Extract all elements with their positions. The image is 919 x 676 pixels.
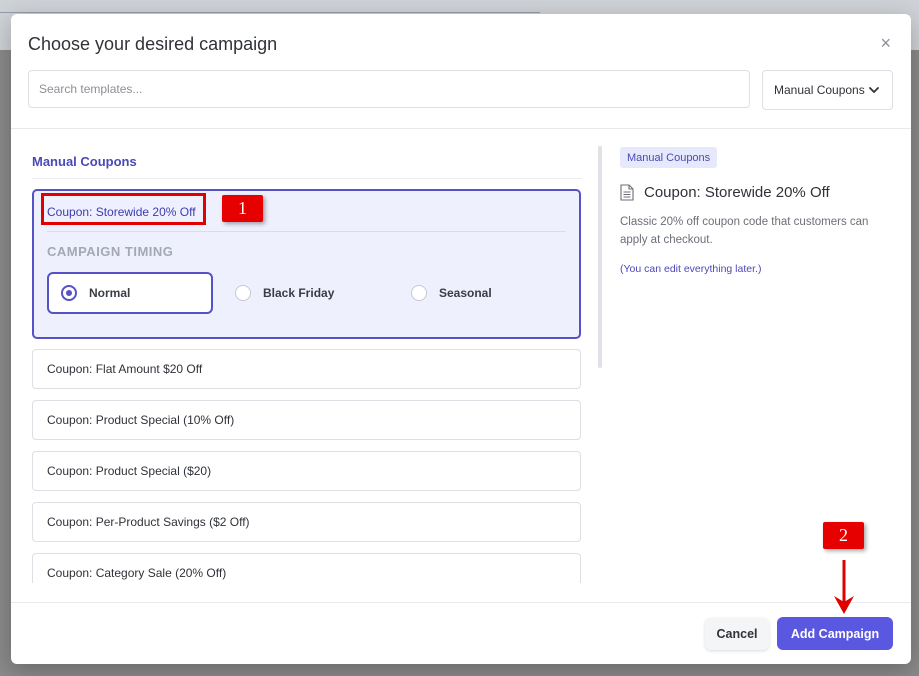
cancel-button[interactable]: Cancel (705, 618, 769, 650)
annotation-step-2: 2 (823, 522, 864, 549)
card-divider (47, 231, 566, 232)
campaign-card[interactable]: Coupon: Flat Amount $20 Off (32, 349, 581, 389)
preview-title: Coupon: Storewide 20% Off (644, 184, 830, 201)
preview-header: Coupon: Storewide 20% Off (620, 184, 830, 201)
campaign-card[interactable]: Coupon: Category Sale (20% Off) (32, 553, 581, 583)
preview-badge: Manual Coupons (620, 147, 718, 168)
campaign-card[interactable]: Coupon: Product Special (10% Off) (32, 400, 581, 440)
annotation-arrow-icon (834, 560, 854, 614)
annotation-highlight-box (41, 193, 206, 225)
annotation-step-1: 1 (222, 195, 263, 222)
close-icon[interactable]: × (880, 34, 891, 52)
footer-divider (11, 602, 911, 603)
preview-description: Classic 20% off coupon code that custome… (620, 216, 869, 246)
preview-note: (You can edit everything later.) (620, 263, 762, 275)
category-select-value: Manual Coupons (774, 83, 865, 97)
campaign-card[interactable]: Coupon: Per-Product Savings ($2 Off) (32, 502, 581, 542)
campaign-modal: Choose your desired campaign × Manual Co… (11, 14, 911, 664)
section-title: Manual Coupons (32, 154, 137, 169)
timing-option-label: Seasonal (439, 286, 492, 300)
background-divider (0, 12, 540, 13)
list-scrollbar[interactable] (598, 146, 602, 368)
radio-selected-icon[interactable] (61, 285, 77, 301)
campaign-timing-title: CAMPAIGN TIMING (47, 244, 174, 259)
category-select[interactable]: Manual Coupons (762, 70, 893, 110)
timing-option-normal[interactable]: Normal (47, 272, 213, 314)
radio-icon[interactable] (235, 285, 251, 301)
section-divider (32, 178, 582, 179)
timing-option-seasonal[interactable]: Seasonal (399, 272, 565, 314)
document-icon (620, 184, 634, 201)
search-input[interactable] (28, 70, 750, 108)
chevron-down-icon (869, 87, 879, 93)
timing-option-black-friday[interactable]: Black Friday (223, 272, 389, 314)
radio-icon[interactable] (411, 285, 427, 301)
timing-option-label: Black Friday (263, 286, 335, 300)
timing-option-label: Normal (89, 286, 131, 300)
add-campaign-button[interactable]: Add Campaign (777, 617, 893, 650)
modal-title: Choose your desired campaign (28, 34, 278, 54)
campaign-card[interactable]: Coupon: Product Special ($20) (32, 451, 581, 491)
header-divider (11, 128, 911, 129)
